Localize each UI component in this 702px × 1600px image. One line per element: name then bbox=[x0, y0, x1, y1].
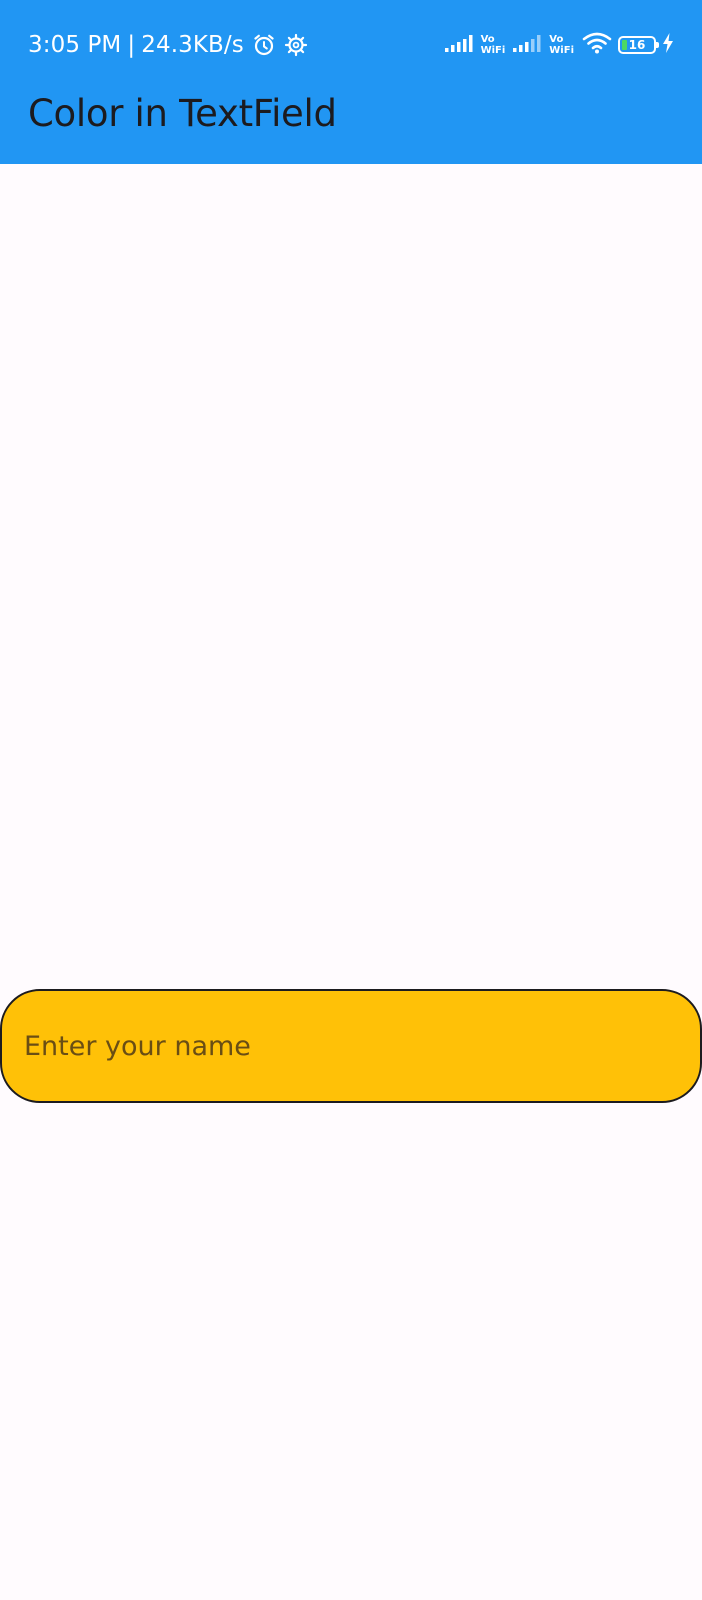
status-bar: 3:05 PM | 24.3KB/s Vo WiFi Vo WiFi 16 bbox=[0, 0, 702, 84]
battery-level: 16 bbox=[628, 38, 646, 52]
charging-bolt-icon bbox=[662, 32, 674, 58]
network-speed: 24.3KB/s bbox=[141, 32, 244, 58]
alarm-icon bbox=[252, 33, 276, 57]
main-content bbox=[0, 164, 702, 1600]
name-text-field[interactable] bbox=[0, 989, 702, 1103]
vowifi-icon: Vo WiFi bbox=[481, 34, 506, 56]
battery-icon: 16 bbox=[618, 36, 659, 54]
settings-gear-icon bbox=[284, 33, 308, 57]
signal-icon bbox=[513, 33, 543, 58]
wifi-icon bbox=[582, 32, 612, 59]
app-title: Color in TextField bbox=[28, 92, 337, 135]
vowifi-top-label: Vo bbox=[549, 34, 564, 45]
vowifi-icon: Vo WiFi bbox=[549, 34, 574, 56]
status-right-group: Vo WiFi Vo WiFi 16 bbox=[444, 30, 674, 60]
status-separator: | bbox=[127, 32, 136, 58]
status-left-group: 3:05 PM | 24.3KB/s bbox=[28, 28, 308, 62]
vowifi-bottom-label: WiFi bbox=[549, 45, 574, 56]
status-time: 3:05 PM bbox=[28, 32, 122, 58]
signal-icon bbox=[444, 33, 475, 58]
vowifi-top-label: Vo bbox=[480, 34, 495, 45]
name-input[interactable] bbox=[22, 990, 700, 1102]
app-bar: Color in TextField bbox=[0, 84, 702, 164]
vowifi-bottom-label: WiFi bbox=[480, 45, 506, 56]
